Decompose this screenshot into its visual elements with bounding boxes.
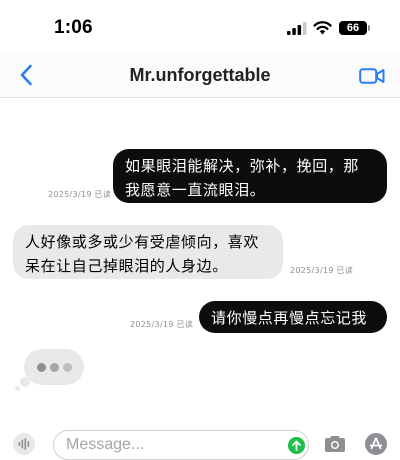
wifi-icon: [313, 21, 332, 35]
message-read-receipt: 2025/3/19 已读: [48, 190, 112, 199]
outgoing-message-bubble[interactable]: 请你慢点再慢点忘记我: [199, 301, 387, 333]
message-input[interactable]: Message...: [53, 430, 309, 460]
typing-dot: [63, 363, 72, 372]
send-arrow-icon[interactable]: [288, 437, 305, 454]
video-call-button[interactable]: [359, 67, 385, 85]
typing-dot: [37, 363, 46, 372]
typing-indicator: [24, 349, 84, 385]
outgoing-message-bubble[interactable]: 如果眼泪能解决，弥补，挽回，那 我愿意一直流眼泪。: [113, 149, 387, 203]
status-time: 1:06: [54, 17, 93, 38]
camera-icon[interactable]: [323, 434, 347, 454]
conversation-header: Mr.unforgettable: [0, 52, 400, 98]
typing-indicator-tail: [15, 386, 20, 391]
message-read-receipt: 2025/3/19 已读: [290, 266, 354, 275]
microphone-waveform-icon[interactable]: [13, 433, 35, 455]
typing-indicator-tail: [20, 377, 30, 387]
battery-tip: [368, 25, 370, 31]
contact-name[interactable]: Mr.unforgettable: [0, 65, 400, 86]
status-bar: 1:06 66: [0, 0, 400, 52]
signal-icon: [287, 22, 307, 35]
typing-dot: [50, 363, 59, 372]
app-store-icon[interactable]: [365, 433, 387, 455]
message-read-receipt: 2025/3/19 已读: [130, 320, 194, 329]
message-input-placeholder: Message...: [66, 436, 145, 453]
incoming-message-bubble[interactable]: 人好像或多或少有受虐倾向，喜欢 呆在让自己掉眼泪的人身边。: [13, 225, 283, 279]
battery-icon: 66: [339, 21, 367, 35]
